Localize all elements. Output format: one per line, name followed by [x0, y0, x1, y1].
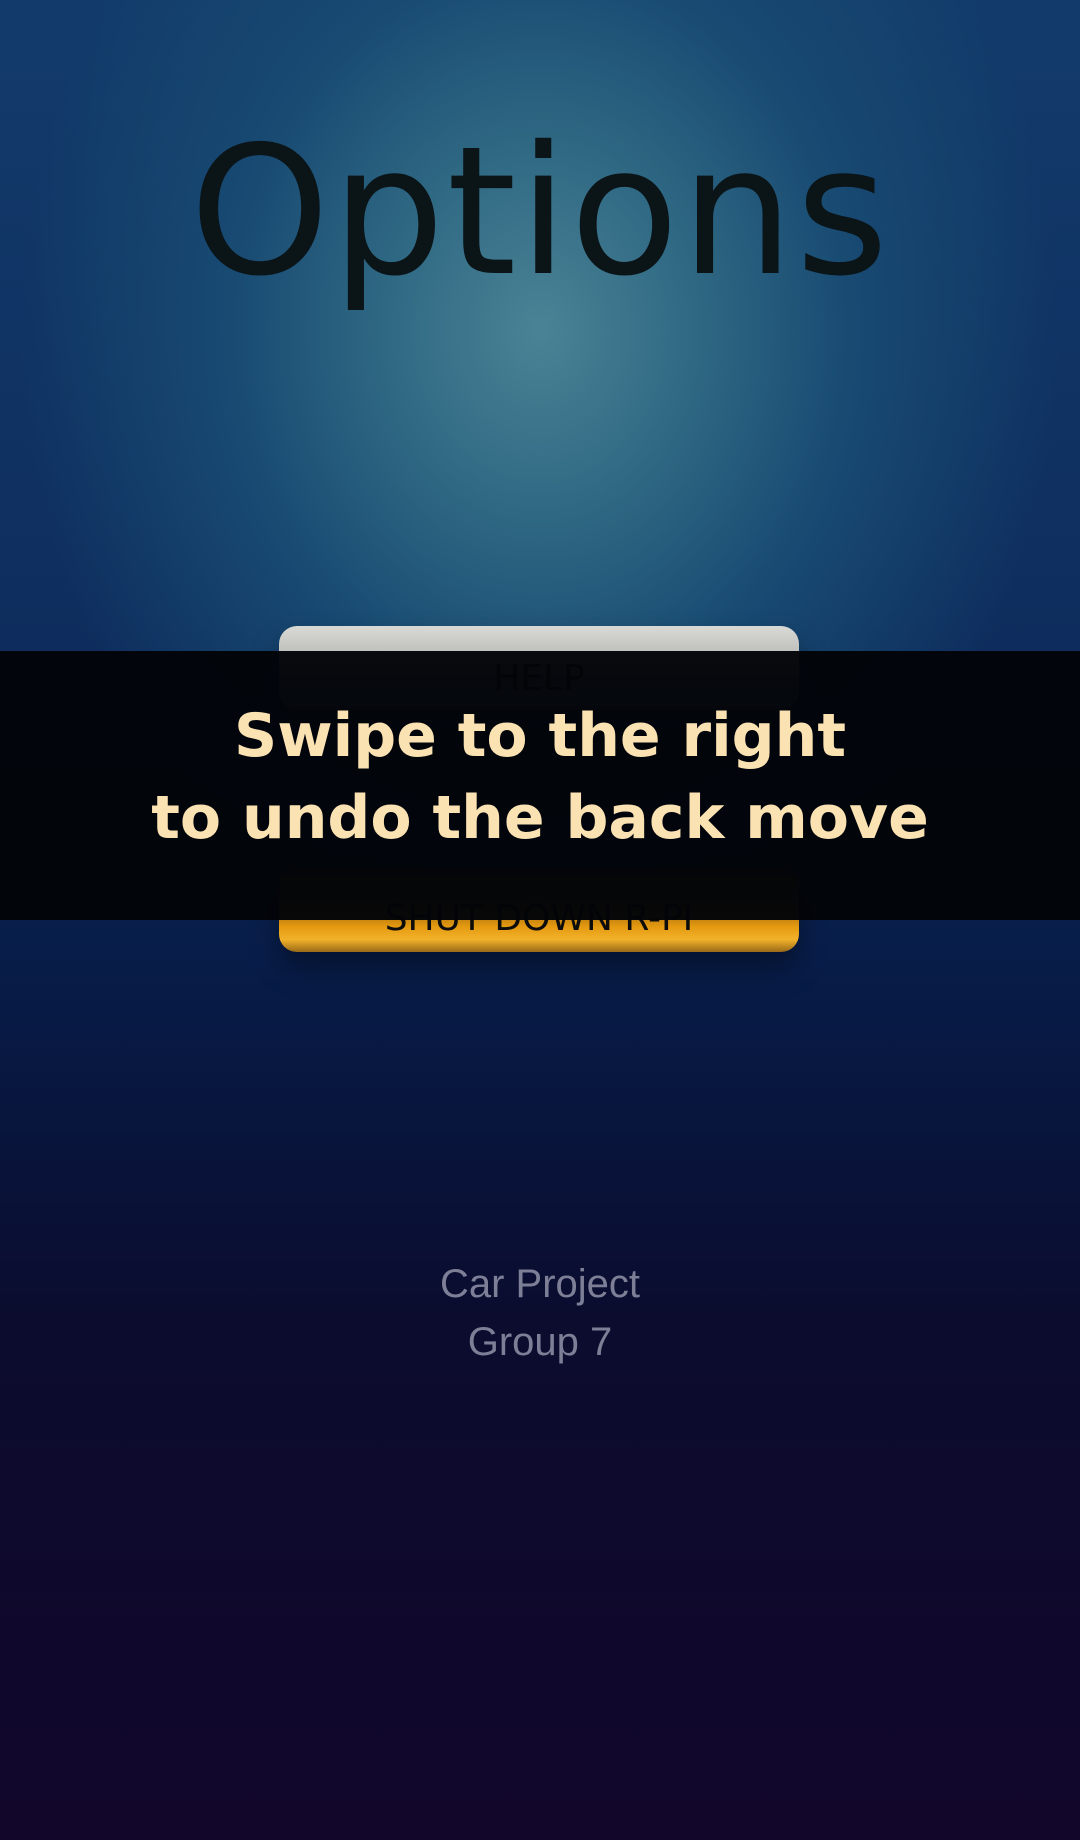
- toast-line-2: to undo the back move: [151, 783, 929, 853]
- toast-line-1: Swipe to the right: [233, 701, 846, 771]
- toast-message: Swipe to the right to undo the back move: [0, 651, 1080, 920]
- group-name-text: Group 7: [467, 1320, 613, 1364]
- page-title: Options: [189, 108, 891, 315]
- project-name-text: Car Project: [439, 1262, 641, 1306]
